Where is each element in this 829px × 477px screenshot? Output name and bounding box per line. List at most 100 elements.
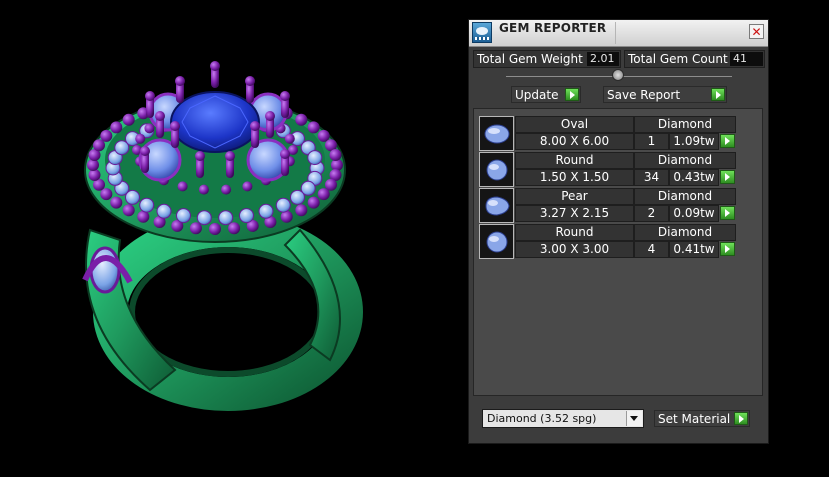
gem-material: Diamond: [634, 188, 736, 205]
halo-bead: [110, 196, 123, 209]
gem-shape: Oval: [515, 116, 634, 133]
gem-row[interactable]: Pear 3.27 X 2.15 Diamond 2 0.09tw: [479, 188, 737, 223]
title-bar[interactable]: GEM REPORTER ✕: [469, 20, 768, 47]
prong-tip: [245, 76, 255, 86]
gem-list[interactable]: Oval 8.00 X 6.00 Diamond 1 1.09tw Round …: [473, 108, 763, 396]
round-gem-icon: [479, 224, 514, 259]
accent-stone: [196, 210, 212, 226]
save-report-button-label: Save Report: [607, 88, 681, 102]
ring-model-render[interactable]: [0, 0, 460, 473]
select-gem-arrow-icon[interactable]: [720, 170, 735, 184]
gem-weight: 0.09tw: [669, 205, 719, 222]
gem-row[interactable]: Oval 8.00 X 6.00 Diamond 1 1.09tw: [479, 116, 737, 151]
gem-size: 3.27 X 2.15: [515, 205, 634, 222]
gem-size: 8.00 X 6.00: [515, 133, 634, 150]
halo-bead: [135, 133, 146, 144]
prong-tip: [145, 91, 155, 101]
prong-tip: [210, 61, 220, 71]
total-gem-count-label: Total Gem Count: [628, 52, 728, 66]
prong-tip: [225, 151, 235, 161]
round-gem-icon: [479, 152, 514, 187]
halo-bead: [329, 149, 342, 161]
gem-size: 3.00 X 3.00: [515, 241, 634, 258]
update-button[interactable]: Update: [511, 86, 581, 103]
accent-stone: [275, 197, 291, 213]
prong-tip: [280, 149, 290, 159]
gem-size: 1.50 X 1.50: [515, 169, 634, 186]
gem-count: 1: [634, 133, 669, 150]
total-gem-count-value: 41: [730, 52, 763, 66]
gem-row[interactable]: Round 1.50 X 1.50 Diamond 34 0.43tw: [479, 152, 737, 187]
select-gem-arrow-icon[interactable]: [720, 134, 735, 148]
play-arrow-icon: [711, 88, 725, 101]
accent-stone: [218, 210, 234, 226]
halo-bead: [317, 188, 330, 201]
select-gem-arrow-icon[interactable]: [720, 206, 735, 220]
play-arrow-icon: [734, 412, 748, 425]
gem-material: Diamond: [634, 116, 736, 133]
gem-shape: Round: [515, 224, 634, 241]
accent-stone: [139, 197, 155, 213]
prong-tip: [170, 121, 180, 131]
accent-stone: [156, 203, 172, 219]
halo-bead: [307, 121, 320, 134]
material-dropdown[interactable]: Diamond (3.52 spg): [482, 409, 644, 428]
gem-row[interactable]: Round 3.00 X 3.00 Diamond 4 0.41tw: [479, 224, 737, 259]
halo-bead: [242, 181, 253, 192]
pear-gem-icon: [479, 188, 514, 223]
gem-weight: 0.43tw: [669, 169, 719, 186]
window-title: GEM REPORTER: [499, 21, 607, 35]
set-material-button-label: Set Material: [658, 412, 731, 426]
play-arrow-icon: [565, 88, 579, 101]
halo-bead: [295, 204, 308, 217]
gem-count: 4: [634, 241, 669, 258]
halo-bead: [110, 121, 123, 134]
3d-viewport[interactable]: [0, 0, 460, 473]
chevron-down-icon[interactable]: [626, 411, 642, 426]
accent-stone: [307, 150, 323, 166]
material-dropdown-value: Diamond (3.52 spg): [487, 412, 597, 425]
gem-count: 34: [634, 169, 669, 186]
halo-bead: [177, 181, 188, 192]
halo-bead: [295, 113, 308, 126]
prong-tip: [140, 146, 150, 156]
accent-stone: [176, 208, 191, 224]
prong-tip: [195, 151, 205, 161]
set-material-button[interactable]: Set Material: [654, 410, 750, 427]
gem-count: 2: [634, 205, 669, 222]
halo-bead: [189, 222, 202, 235]
gem-reporter-panel: GEM REPORTER ✕ Total Gem Weight 2.01 Tot…: [468, 19, 769, 444]
prong-tip: [250, 121, 260, 131]
prong-tip: [265, 111, 275, 121]
gem-shape: Round: [515, 152, 634, 169]
halo-bead: [144, 123, 155, 134]
update-button-label: Update: [515, 88, 559, 102]
halo-bead: [221, 184, 232, 195]
total-gem-weight-field: Total Gem Weight 2.01: [473, 50, 621, 68]
halo-bead: [228, 222, 241, 235]
gem-reporter-app-icon: [472, 22, 492, 43]
gem-shape: Pear: [515, 188, 634, 205]
gem-material: Diamond: [634, 224, 736, 241]
halo-bead: [307, 196, 320, 209]
accent-stone: [290, 189, 305, 205]
splitter-handle[interactable]: [612, 69, 624, 81]
close-icon[interactable]: ✕: [749, 24, 764, 39]
total-gem-count-field: Total Gem Count 41: [624, 50, 765, 68]
accent-stone: [258, 203, 274, 219]
gem-weight: 1.09tw: [669, 133, 719, 150]
prong-tip: [155, 111, 165, 121]
total-gem-weight-value: 2.01: [587, 52, 619, 66]
prong-tip: [280, 91, 290, 101]
halo-bead: [198, 184, 209, 195]
halo-bead: [100, 129, 113, 142]
accent-stone: [239, 208, 254, 224]
gem-weight: 0.41tw: [669, 241, 719, 258]
select-gem-arrow-icon[interactable]: [720, 242, 735, 256]
prong-tip: [175, 76, 185, 86]
total-gem-weight-label: Total Gem Weight: [477, 52, 583, 66]
oval-gem-icon: [479, 116, 514, 151]
save-report-button[interactable]: Save Report: [603, 86, 727, 103]
halo-bead: [209, 223, 221, 235]
halo-bead: [122, 113, 135, 126]
